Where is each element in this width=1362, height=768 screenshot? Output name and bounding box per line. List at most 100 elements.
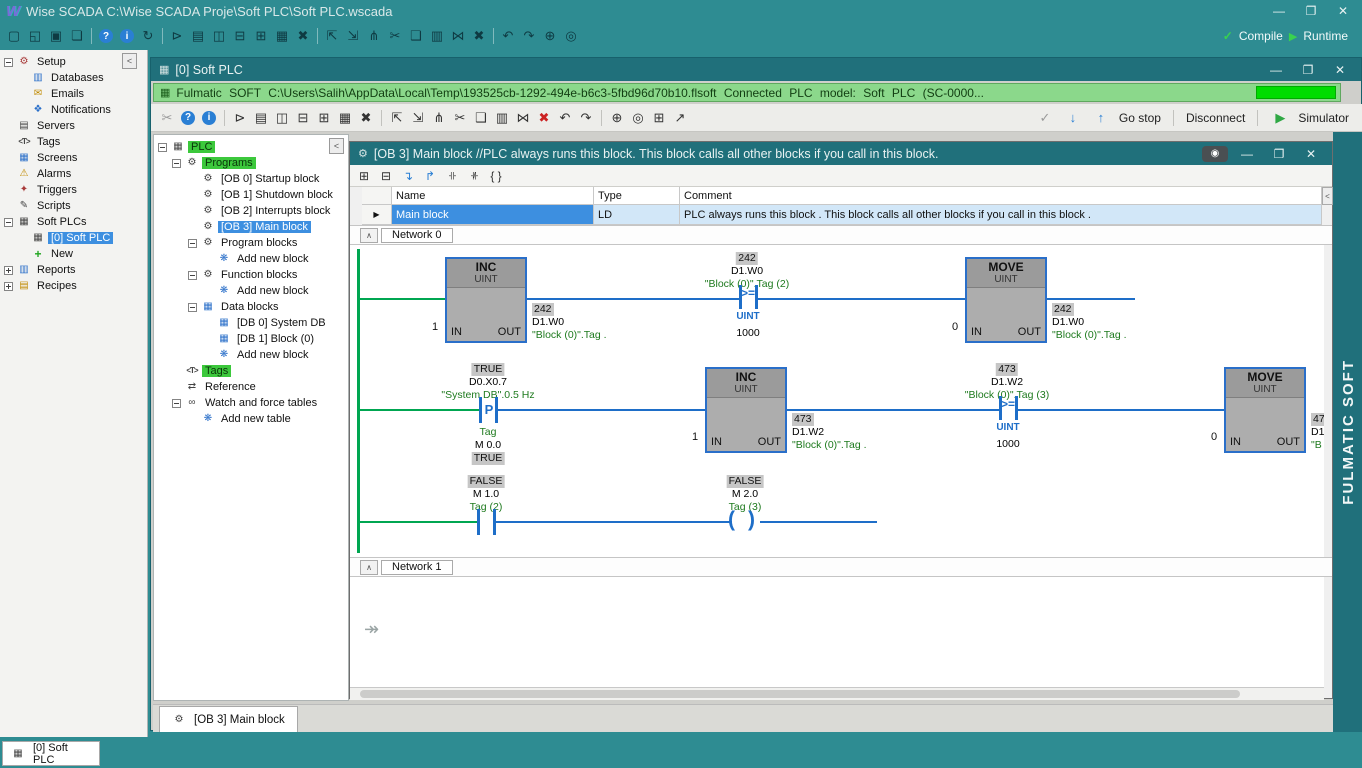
operand-label[interactable]: 242 D1.W0 "Block (0)".Tag .	[1052, 303, 1127, 342]
expander-icon[interactable]	[4, 282, 13, 291]
tree-item-reference[interactable]: ⇄Reference	[154, 379, 348, 395]
go-stop-button[interactable]: Go stop	[1119, 111, 1161, 125]
sidebar-item-soft-plc-0[interactable]: ▦[0] Soft PLC	[0, 230, 147, 246]
plc-help-icon[interactable]: ?	[181, 111, 195, 125]
disconnect-button[interactable]: Disconnect	[1186, 111, 1245, 125]
block-name-cell[interactable]: Main block	[392, 205, 594, 225]
inc-block[interactable]: INC UINT IN OUT	[705, 367, 787, 453]
sidebar-item-emails[interactable]: ✉Emails	[0, 86, 147, 102]
split-vertical-icon[interactable]: ⊟	[230, 26, 250, 46]
network-collapse-icon[interactable]: ∧	[360, 228, 378, 243]
plc-find-icon[interactable]: ◎	[628, 108, 648, 128]
online-monitor-icon[interactable]: ◉	[1202, 146, 1228, 162]
delete-icon[interactable]: ✖	[469, 26, 489, 46]
editor-minimize-button[interactable]: —	[1234, 147, 1260, 161]
move-block[interactable]: MOVE UINT IN OUT	[965, 257, 1047, 343]
select-icon[interactable]: ⊳	[167, 26, 187, 46]
tree-item-db1[interactable]: ▦[DB 1] Block (0)	[154, 331, 348, 347]
network1-label[interactable]: Network 1	[381, 560, 453, 575]
operand-label[interactable]: 47 D1 "B	[1311, 413, 1324, 452]
tree-item-ob3[interactable]: ⚙[OB 3] Main block	[154, 219, 348, 235]
tree-item-db0[interactable]: ▦[DB 0] System DB	[154, 315, 348, 331]
sidebar-item-new-plc[interactable]: +New	[0, 246, 147, 262]
plc-minimize-button[interactable]: —	[1263, 63, 1289, 77]
accept-icon[interactable]: ✓	[1035, 108, 1055, 128]
tab-ob3-main-block[interactable]: ⚙ [OB 3] Main block	[159, 706, 298, 732]
paste-icon[interactable]: ▥	[427, 26, 447, 46]
network0-canvas[interactable]: INC UINT IN OUT 1 242 D1.W0 "Block (0)".…	[350, 245, 1324, 557]
collapse-networks-icon[interactable]: ⊟	[376, 167, 396, 185]
compare-operator[interactable]: >=	[741, 287, 755, 299]
new-icon[interactable]: ▢	[4, 26, 24, 46]
cut-icon[interactable]: ✂	[385, 26, 405, 46]
compare-operator[interactable]: >=	[1001, 398, 1015, 410]
plc-cut2-icon[interactable]: ✂	[450, 108, 470, 128]
plc-split-vertical-icon[interactable]: ⊟	[293, 108, 313, 128]
horizontal-scrollbar[interactable]	[350, 687, 1324, 700]
expander-icon[interactable]	[4, 266, 13, 275]
plc-import-icon[interactable]: ⇲	[408, 108, 428, 128]
tree-item-programs[interactable]: ⚙Programs	[154, 155, 348, 171]
tree-item-add-function-block[interactable]: ❋Add new block	[154, 283, 348, 299]
undo-icon[interactable]: ↶	[498, 26, 518, 46]
plc-add-grid-icon[interactable]: ⊞	[649, 108, 669, 128]
network0-label[interactable]: Network 0	[381, 228, 453, 243]
plc-quad-view-icon[interactable]: ⊞	[314, 108, 334, 128]
info-icon[interactable]: i	[120, 29, 134, 43]
editor-titlebar[interactable]: ⚙ [OB 3] Main block //PLC always runs th…	[350, 142, 1332, 165]
close-view-icon[interactable]: ✖	[293, 26, 313, 46]
sidebar-item-scripts[interactable]: ✎Scripts	[0, 198, 147, 214]
contact-bar[interactable]	[477, 509, 480, 535]
quad-view-icon[interactable]: ⊞	[251, 26, 271, 46]
plc-tree-collapse-button[interactable]: <	[329, 138, 344, 154]
tree-item-program-blocks[interactable]: ⚙Program blocks	[154, 235, 348, 251]
comment-column-header[interactable]: Comment	[680, 187, 1322, 205]
sidebar-item-triggers[interactable]: ✦Triggers	[0, 182, 147, 198]
tree-item-add-program-block[interactable]: ❋Add new block	[154, 251, 348, 267]
zoom-icon[interactable]: ⊕	[540, 26, 560, 46]
sidebar-item-screens[interactable]: ▦Screens	[0, 150, 147, 166]
contact-operand-label[interactable]: FALSE M 1.0 Tag (2)	[468, 475, 505, 514]
sidebar-item-tags[interactable]: <T>Tags	[0, 134, 147, 150]
plc-external-icon[interactable]: ↗	[670, 108, 690, 128]
expander-icon[interactable]	[4, 218, 13, 227]
merge-icon[interactable]: ⋈	[448, 26, 468, 46]
expander-icon[interactable]	[188, 239, 197, 248]
tree-item-add-new-table[interactable]: ❋Add new table	[154, 411, 348, 427]
sync-icon[interactable]: ↻	[138, 26, 158, 46]
plc-cut-icon[interactable]: ✂	[157, 108, 177, 128]
plc-export-icon[interactable]: ⇱	[387, 108, 407, 128]
sidebar-item-reports[interactable]: ▥Reports	[0, 262, 147, 278]
plc-zoom-icon[interactable]: ⊕	[607, 108, 627, 128]
plc-branch-icon[interactable]: ⋔	[429, 108, 449, 128]
editor-maximize-button[interactable]: ❐	[1266, 147, 1292, 161]
import-icon[interactable]: ⇲	[343, 26, 363, 46]
help-icon[interactable]: ?	[99, 29, 113, 43]
split-horizontal-icon[interactable]: ◫	[209, 26, 229, 46]
sidebar-item-notifications[interactable]: ❖Notifications	[0, 102, 147, 118]
contact-operand-label-below[interactable]: Tag M 0.0 TRUE	[472, 426, 505, 465]
plc-grid-view-icon[interactable]: ▦	[335, 108, 355, 128]
expander-icon[interactable]	[188, 271, 197, 280]
open-icon[interactable]: ◱	[25, 26, 45, 46]
branch-icon[interactable]: ⋔	[364, 26, 384, 46]
tree-item-ob2[interactable]: ⚙[OB 2] Interrupts block	[154, 203, 348, 219]
expander-icon[interactable]	[4, 58, 13, 67]
tree-item-plc[interactable]: ▦PLC	[154, 139, 348, 155]
app-close-button[interactable]: ✕	[1330, 4, 1356, 18]
tree-item-data-blocks[interactable]: ▦Data blocks	[154, 299, 348, 315]
sidebar-item-databases[interactable]: ▥Databases	[0, 70, 147, 86]
operand-label[interactable]: 473 D1.W2 "Block (0)".Tag .	[792, 413, 867, 452]
sidebar-item-servers[interactable]: ▤Servers	[0, 118, 147, 134]
contact-closed-icon[interactable]: -|/|-	[464, 167, 484, 185]
table-view-icon[interactable]: ▤	[188, 26, 208, 46]
coil-right-icon[interactable]: )	[748, 507, 755, 533]
upload-from-plc-icon[interactable]: ↑	[1091, 108, 1111, 128]
tree-item-tags[interactable]: <T>Tags	[154, 363, 348, 379]
sidebar-item-recipes[interactable]: ▤Recipes	[0, 278, 147, 294]
operand-label[interactable]: 242 D1.W0 "Block (0)".Tag .	[532, 303, 607, 342]
insert-rung-icon[interactable]: ↠	[364, 619, 379, 640]
tree-item-function-blocks[interactable]: ⚙Function blocks	[154, 267, 348, 283]
contact-operand-label[interactable]: TRUE D0.X0.7 "System DB".0.5 Hz	[441, 363, 534, 402]
add-network-icon[interactable]: ⊞	[354, 167, 374, 185]
